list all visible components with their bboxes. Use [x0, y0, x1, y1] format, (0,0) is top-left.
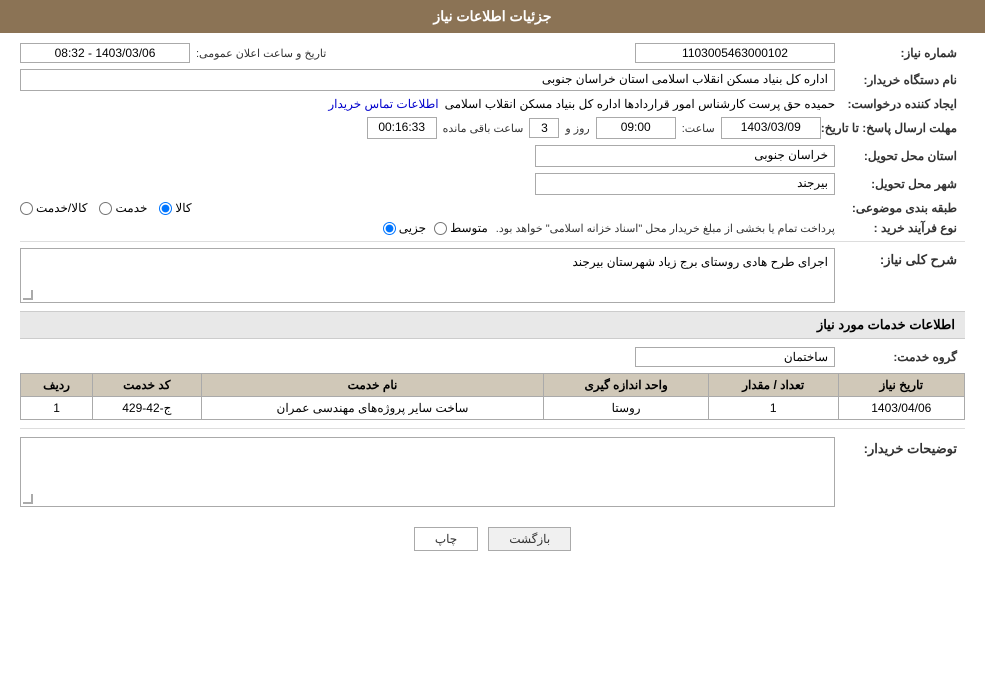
creator-label: ایجاد کننده درخواست:	[835, 97, 965, 111]
table-cell-5: 1	[21, 397, 93, 420]
service-group-value: ساختمان	[20, 347, 835, 367]
page-wrapper: جزئیات اطلاعات نیاز شماره نیاز: 11030054…	[0, 0, 985, 691]
request-number-row: شماره نیاز: 1103005463000102 تاریخ و ساع…	[20, 43, 965, 63]
col-quantity: تعداد / مقدار	[708, 374, 838, 397]
purchase-jozei-label: جزیی	[399, 221, 426, 235]
category-kala-khedmat-item: کالا/خدمت	[20, 201, 87, 215]
description-wrapper: اجرای طرح هادی روستای برج زیاد شهرستان ب…	[20, 248, 835, 303]
category-value: کالا/خدمت خدمت کالا	[20, 201, 835, 215]
category-kala-khedmat-label: کالا/خدمت	[36, 201, 87, 215]
buyer-org-label: نام دستگاه خریدار:	[835, 73, 965, 87]
category-radio-group: کالا/خدمت خدمت کالا	[20, 201, 835, 215]
purchase-type-row: نوع فرآیند خرید : پرداخت تمام یا بخشی از…	[20, 221, 965, 235]
category-khedmat-radio[interactable]	[99, 202, 112, 215]
province-label: استان محل تحویل:	[835, 149, 965, 163]
description-text: اجرای طرح هادی روستای برج زیاد شهرستان ب…	[572, 255, 828, 269]
buyer-notes-label: توضیحات خریدار:	[835, 437, 965, 457]
category-kala-item: کالا	[159, 201, 191, 215]
deadline-row: مهلت ارسال پاسخ: تا تاریخ: 1403/03/09 سا…	[20, 117, 965, 139]
description-row: شرح کلی نیاز: اجرای طرح هادی روستای برج …	[20, 248, 965, 303]
announce-date-input[interactable]: 1403/03/06 - 08:32	[20, 43, 190, 63]
buyer-notes-resize[interactable]	[23, 494, 33, 504]
col-service-name: نام خدمت	[201, 374, 544, 397]
city-value: بیرجند	[20, 173, 835, 195]
service-group-row: گروه خدمت: ساختمان	[20, 347, 965, 367]
category-kala-radio[interactable]	[159, 202, 172, 215]
purchase-jozei-radio[interactable]	[383, 222, 396, 235]
city-input[interactable]: بیرجند	[535, 173, 835, 195]
deadline-day-label: روز و	[565, 122, 589, 135]
services-section-title: اطلاعات خدمات مورد نیاز	[20, 311, 965, 339]
description-label: شرح کلی نیاز:	[835, 248, 965, 268]
buyer-org-input[interactable]: اداره کل بنیاد مسکن انقلاب اسلامی استان …	[20, 69, 835, 91]
page-header: جزئیات اطلاعات نیاز	[0, 0, 985, 33]
content-area: شماره نیاز: 1103005463000102 تاریخ و ساع…	[0, 33, 985, 581]
purchase-motavaset-radio[interactable]	[434, 222, 447, 235]
request-number-input[interactable]: 1103005463000102	[635, 43, 835, 63]
page-title: جزئیات اطلاعات نیاز	[433, 8, 551, 24]
category-kala-khedmat-radio[interactable]	[20, 202, 33, 215]
category-khedmat-label: خدمت	[115, 201, 147, 215]
table-cell-0: 1403/04/06	[838, 397, 964, 420]
deadline-remaining-label: ساعت باقی مانده	[443, 122, 524, 135]
deadline-time-label: ساعت:	[682, 122, 715, 135]
col-unit: واحد اندازه گیری	[544, 374, 708, 397]
announce-label: تاریخ و ساعت اعلان عمومی:	[196, 47, 326, 60]
deadline-time-input[interactable]: 09:00	[596, 117, 676, 139]
services-table: تاریخ نیاز تعداد / مقدار واحد اندازه گیر…	[20, 373, 965, 420]
col-row-num: ردیف	[21, 374, 93, 397]
creator-contact-link[interactable]: اطلاعات تماس خریدار	[328, 97, 438, 111]
purchase-note: پرداخت تمام یا بخشی از مبلغ خریدار محل "…	[496, 222, 835, 235]
buyer-notes-row: توضیحات خریدار:	[20, 437, 965, 507]
buyer-org-row: نام دستگاه خریدار: اداره کل بنیاد مسکن ا…	[20, 69, 965, 91]
bottom-buttons: بازگشت چاپ	[20, 527, 965, 551]
deadline-label: مهلت ارسال پاسخ: تا تاریخ:	[821, 121, 965, 135]
description-value: اجرای طرح هادی روستای برج زیاد شهرستان ب…	[20, 248, 835, 303]
back-button[interactable]: بازگشت	[488, 527, 571, 551]
deadline-fields: 1403/03/09 ساعت: 09:00 روز و 3 ساعت باقی…	[20, 117, 821, 139]
city-label: شهر محل تحویل:	[835, 177, 965, 191]
purchase-motavaset-item: متوسط	[434, 221, 488, 235]
purchase-type-value: پرداخت تمام یا بخشی از مبلغ خریدار محل "…	[20, 221, 835, 235]
col-service-code: کد خدمت	[93, 374, 202, 397]
buyer-notes-value	[20, 437, 835, 507]
category-row: طبقه بندی موضوعی: کالا/خدمت خدمت کالا	[20, 201, 965, 215]
table-cell-1: 1	[708, 397, 838, 420]
creator-row: ایجاد کننده درخواست: حمیده حق پرست کارشن…	[20, 97, 965, 111]
table-row: 1403/04/061روستاساخت سایر پروژه‌های مهند…	[21, 397, 965, 420]
category-label: طبقه بندی موضوعی:	[835, 201, 965, 215]
purchase-jozei-item: جزیی	[383, 221, 426, 235]
description-resize[interactable]	[23, 290, 33, 300]
request-number-label: شماره نیاز:	[835, 46, 965, 60]
request-number-value: 1103005463000102	[466, 43, 835, 63]
purchase-radio-group: متوسط جزیی	[383, 221, 488, 235]
purchase-type-label: نوع فرآیند خرید :	[835, 221, 965, 235]
purchase-motavaset-label: متوسط	[450, 221, 488, 235]
city-row: شهر محل تحویل: بیرجند	[20, 173, 965, 195]
table-cell-2: روستا	[544, 397, 708, 420]
buyer-org-value: اداره کل بنیاد مسکن انقلاب اسلامی استان …	[20, 69, 835, 91]
category-khedmat-item: خدمت	[99, 201, 147, 215]
creator-name: حمیده حق پرست کارشناس امور قراردادها ادا…	[445, 97, 835, 111]
creator-value: حمیده حق پرست کارشناس امور قراردادها ادا…	[20, 97, 835, 111]
province-row: استان محل تحویل: خراسان جنوبی	[20, 145, 965, 167]
divider-1	[20, 241, 965, 242]
table-cell-3: ساخت سایر پروژه‌های مهندسی عمران	[201, 397, 544, 420]
divider-2	[20, 428, 965, 429]
province-value: خراسان جنوبی	[20, 145, 835, 167]
buyer-notes-wrapper	[20, 437, 835, 507]
print-button[interactable]: چاپ	[414, 527, 478, 551]
deadline-remaining-input[interactable]: 00:16:33	[367, 117, 437, 139]
service-group-label: گروه خدمت:	[835, 350, 965, 364]
table-cell-4: ج-42-429	[93, 397, 202, 420]
service-group-input[interactable]: ساختمان	[635, 347, 835, 367]
col-date: تاریخ نیاز	[838, 374, 964, 397]
category-kala-label: کالا	[175, 201, 191, 215]
deadline-date-input[interactable]: 1403/03/09	[721, 117, 821, 139]
province-input[interactable]: خراسان جنوبی	[535, 145, 835, 167]
deadline-days-input[interactable]: 3	[529, 118, 559, 138]
table-header-row: تاریخ نیاز تعداد / مقدار واحد اندازه گیر…	[21, 374, 965, 397]
